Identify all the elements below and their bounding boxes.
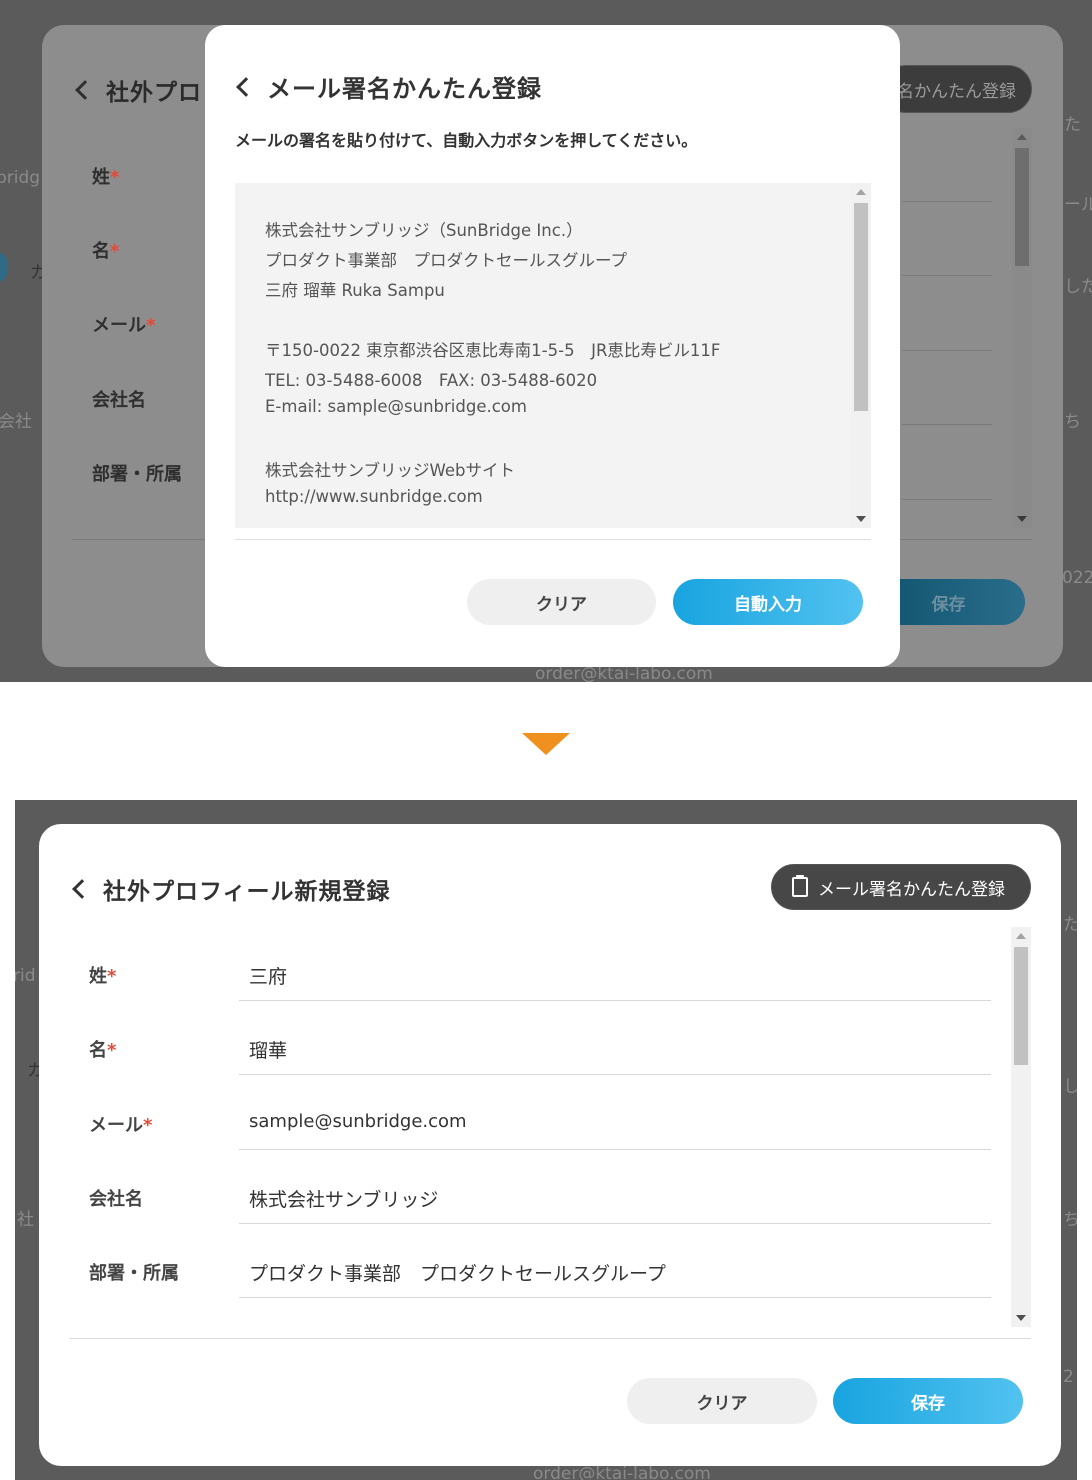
scroll-up-icon[interactable] (1017, 134, 1027, 140)
bg-text: し (1063, 1077, 1077, 1097)
form-scrollbar[interactable] (1012, 128, 1032, 528)
label-company: 会社名 (92, 390, 146, 411)
scroll-down-icon[interactable] (1016, 1315, 1026, 1321)
clear-button[interactable]: クリア (467, 579, 656, 625)
form-header: 社外プロ (72, 73, 202, 107)
bg-text: 会社 (0, 412, 32, 432)
modal-title: メール署名かんたん登録 (267, 75, 542, 103)
autofill-button[interactable]: 自動入力 (673, 579, 863, 625)
required-mark: * (143, 1115, 153, 1136)
input-underline (239, 1223, 991, 1224)
signature-button[interactable]: 名かんたん登録 (882, 65, 1032, 113)
bg-email: order@ktai-labo.com (533, 1464, 711, 1480)
label-department: 部署・所属 (92, 464, 182, 485)
signature-line: 株式会社サンブリッジ（SunBridge Inc.） (265, 221, 583, 240)
input-underline (239, 1297, 991, 1298)
input-underline (239, 1149, 991, 1150)
clipboard-icon (792, 875, 808, 897)
signature-modal: メール署名かんたん登録 メールの署名を貼り付けて、自動入力ボタンを押してください… (205, 25, 900, 667)
first-name-input[interactable]: 瑠華 (249, 1036, 287, 1063)
bg-text: した (1064, 277, 1092, 297)
back-chevron-icon[interactable] (236, 76, 256, 97)
page-title: 社外プロフィール新規登録 (103, 879, 391, 905)
label-email: メール* (92, 315, 156, 336)
bg-text: 022 (1062, 568, 1092, 588)
label-department: 部署・所属 (89, 1263, 179, 1284)
label-company: 会社名 (89, 1189, 143, 1210)
scroll-down-icon[interactable] (856, 516, 866, 522)
modal-divider (235, 539, 871, 540)
input-underline (239, 1074, 991, 1075)
signature-line: 〒150-0022 東京都渋谷区恵比寿南1-5-5 JR恵比寿ビル11F (265, 341, 721, 360)
bg-text: ち (1063, 1210, 1077, 1230)
scroll-thumb[interactable] (1014, 947, 1028, 1065)
label-last-name: 姓* (89, 966, 117, 987)
department-input[interactable]: プロダクト事業部 プロダクトセールスグループ (249, 1259, 666, 1286)
scroll-thumb[interactable] (854, 203, 868, 411)
scroll-down-icon[interactable] (1017, 516, 1027, 522)
signature-line: http://www.sunbridge.com (265, 487, 483, 506)
signature-line: E-mail: sample@sunbridge.com (265, 397, 527, 416)
bg-text: 社 (17, 1210, 34, 1230)
profile-form: 社外プロフィール新規登録 メール署名かんたん登録 姓* 三府 名* 瑠華 メール… (39, 824, 1061, 1466)
back-chevron-icon[interactable] (75, 80, 95, 100)
input-underline (239, 1000, 991, 1001)
input-underline (902, 499, 992, 500)
required-mark: * (107, 1040, 117, 1061)
label-first-name: 名* (89, 1040, 117, 1061)
transition-arrow-icon (522, 733, 570, 755)
form-header: 社外プロフィール新規登録 (69, 872, 391, 906)
bg-blue-dot (0, 252, 8, 282)
bg-text: ール (1064, 195, 1092, 215)
bg-text: ち (1064, 412, 1081, 432)
label-last-name: 姓* (92, 167, 120, 188)
bg-text: 2 (1063, 1367, 1074, 1387)
required-mark: * (110, 241, 120, 262)
modal-header: メール署名かんたん登録 (233, 69, 542, 104)
save-button[interactable]: 保存 (833, 1378, 1023, 1424)
input-underline (902, 275, 992, 276)
form-divider (69, 1338, 1031, 1339)
bg-text: rid (15, 966, 36, 986)
label-email: メール* (89, 1115, 153, 1136)
signature-line: 三府 瑠華 Ruka Sampu (265, 281, 445, 300)
required-mark: * (107, 966, 117, 987)
page-title: 社外プロ (106, 80, 202, 106)
signature-textarea[interactable]: 株式会社サンブリッジ（SunBridge Inc.） プロダクト事業部 プロダク… (235, 183, 871, 528)
last-name-input[interactable]: 三府 (249, 962, 287, 989)
company-input[interactable]: 株式会社サンブリッジ (249, 1185, 438, 1212)
required-mark: * (110, 167, 120, 188)
signature-button[interactable]: メール署名かんたん登録 (771, 864, 1031, 910)
bg-text: た (1063, 915, 1077, 935)
input-underline (902, 424, 992, 425)
signature-button-label: 名かんたん登録 (897, 81, 1016, 102)
bg-text: た (1064, 115, 1081, 135)
top-screenshot: bridg カ 会社 た ール した ち 022 order@ktai-labo… (0, 0, 1092, 682)
label-first-name: 名* (92, 241, 120, 262)
signature-line: TEL: 03-5488-6008 FAX: 03-5488-6020 (265, 371, 598, 390)
modal-instruction: メールの署名を貼り付けて、自動入力ボタンを押してください。 (235, 131, 698, 150)
scroll-up-icon[interactable] (1016, 933, 1026, 939)
back-chevron-icon[interactable] (72, 879, 92, 899)
scroll-thumb[interactable] (1015, 148, 1029, 266)
scroll-up-icon[interactable] (856, 189, 866, 195)
bottom-screenshot: rid カ 社 た し ち 2 order@ktai-labo.com 社外プロ… (15, 800, 1077, 1480)
input-underline (902, 201, 992, 202)
textarea-scrollbar[interactable] (851, 183, 871, 528)
input-underline (902, 350, 992, 351)
bg-text: bridg (0, 168, 41, 188)
signature-line: プロダクト事業部 プロダクトセールスグループ (265, 251, 628, 270)
form-scrollbar[interactable] (1011, 927, 1031, 1327)
signature-button-label: メール署名かんたん登録 (818, 879, 1005, 900)
required-mark: * (146, 315, 156, 336)
clear-button[interactable]: クリア (627, 1378, 817, 1424)
email-input[interactable]: sample@sunbridge.com (249, 1111, 467, 1132)
signature-line: 株式会社サンブリッジWebサイト (265, 461, 515, 480)
